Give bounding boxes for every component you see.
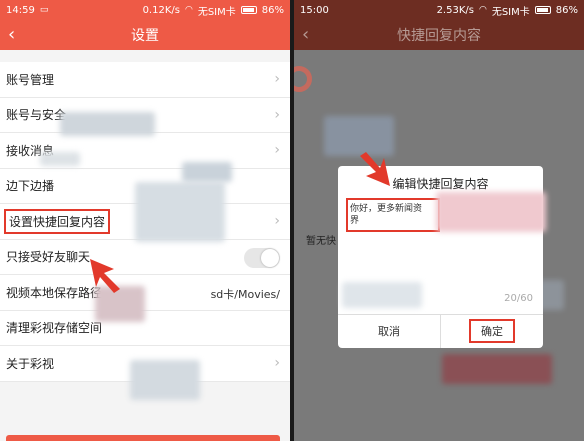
- status-battery: 86%: [555, 4, 578, 16]
- setting-label: 只接受好友聊天: [6, 250, 91, 265]
- mosaic-blur: [135, 182, 225, 242]
- toggle-switch[interactable]: [244, 247, 280, 268]
- mosaic-blur: [182, 162, 232, 182]
- setting-label: 清理彩视存储空间: [6, 321, 103, 336]
- quick-reply-input[interactable]: 你好，更多新闻资 界: [346, 198, 440, 232]
- mosaic-blur: [130, 360, 200, 400]
- status-sim: 无SIM卡: [197, 6, 236, 18]
- chevron-right-icon: ›: [274, 142, 280, 158]
- status-speed: 2.53K/s: [436, 4, 474, 16]
- chevron-right-icon: ›: [274, 71, 280, 87]
- status-time: 14:59: [6, 4, 35, 16]
- bottom-button-edge: [6, 435, 280, 441]
- setting-label: 边下边播: [6, 179, 55, 194]
- cancel-button[interactable]: 取消: [338, 314, 440, 348]
- notification-icon: ▭: [39, 5, 49, 15]
- input-line-2: 界: [350, 216, 360, 226]
- mosaic-blur: [60, 112, 155, 136]
- battery-icon: [534, 6, 551, 14]
- empty-hint-text: 暂无快: [306, 236, 336, 247]
- cancel-label: 取消: [378, 325, 400, 338]
- setting-value: sd卡/Movies/: [210, 288, 280, 301]
- red-arrow-annotation: [360, 152, 390, 186]
- top-nav: ‹ 设置: [0, 20, 290, 50]
- char-counter: 20/60: [504, 293, 533, 304]
- status-sim: 无SIM卡: [491, 6, 530, 18]
- setting-account-manage[interactable]: 账号管理 ›: [0, 62, 290, 98]
- mosaic-blur: [40, 152, 80, 166]
- status-bar: 15:00 2.53K/s ◠ 无SIM卡 86%: [294, 0, 584, 20]
- back-chevron-icon[interactable]: ‹: [8, 24, 15, 45]
- setting-clear-storage[interactable]: 清理彩视存储空间: [0, 311, 290, 346]
- setting-friends-only-chat[interactable]: 只接受好友聊天: [0, 240, 290, 275]
- input-line-1: 你好，更多新闻资: [350, 204, 423, 214]
- setting-label: 关于彩视: [6, 356, 55, 371]
- settings-screen: 14:59 ▭ 0.12K/s ◠ 无SIM卡 86% ‹ 设置 账号管理 › …: [0, 0, 290, 441]
- chevron-right-icon: ›: [274, 355, 280, 371]
- status-battery: 86%: [261, 4, 284, 16]
- setting-label: 账号管理: [6, 72, 55, 87]
- setting-video-save-path[interactable]: 视频本地保存路径 sd卡/Movies/: [0, 275, 290, 311]
- setting-label: 账号与安全: [6, 108, 67, 123]
- wifi-icon: ◠: [478, 5, 487, 15]
- setting-label: 设置快捷回复内容: [4, 208, 111, 234]
- red-arrow-annotation: [90, 259, 120, 293]
- mosaic-blur: [342, 282, 422, 308]
- top-nav: ‹ 快捷回复内容: [294, 20, 584, 50]
- mosaic-blur: [442, 354, 552, 384]
- page-title: 设置: [131, 28, 159, 44]
- battery-icon: [240, 6, 257, 14]
- lifebuoy-icon: [294, 66, 312, 92]
- page-title: 快捷回复内容: [397, 28, 481, 44]
- chevron-right-icon: ›: [274, 213, 280, 229]
- quick-reply-screen: 15:00 2.53K/s ◠ 无SIM卡 86% ‹ 快捷回复内容 暂无快 编…: [294, 0, 584, 441]
- wifi-icon: ◠: [184, 5, 193, 15]
- status-bar: 14:59 ▭ 0.12K/s ◠ 无SIM卡 86%: [0, 0, 290, 20]
- status-time: 15:00: [300, 4, 329, 16]
- status-speed: 0.12K/s: [142, 4, 180, 16]
- confirm-button[interactable]: 确定: [441, 314, 543, 348]
- confirm-label: 确定: [469, 319, 515, 343]
- chevron-right-icon: ›: [274, 106, 280, 123]
- edit-quick-reply-dialog: 编辑快捷回复内容 你好，更多新闻资 界 20/60 取消 确定: [338, 166, 546, 348]
- back-chevron-icon[interactable]: ‹: [302, 24, 309, 45]
- mosaic-blur: [436, 192, 546, 232]
